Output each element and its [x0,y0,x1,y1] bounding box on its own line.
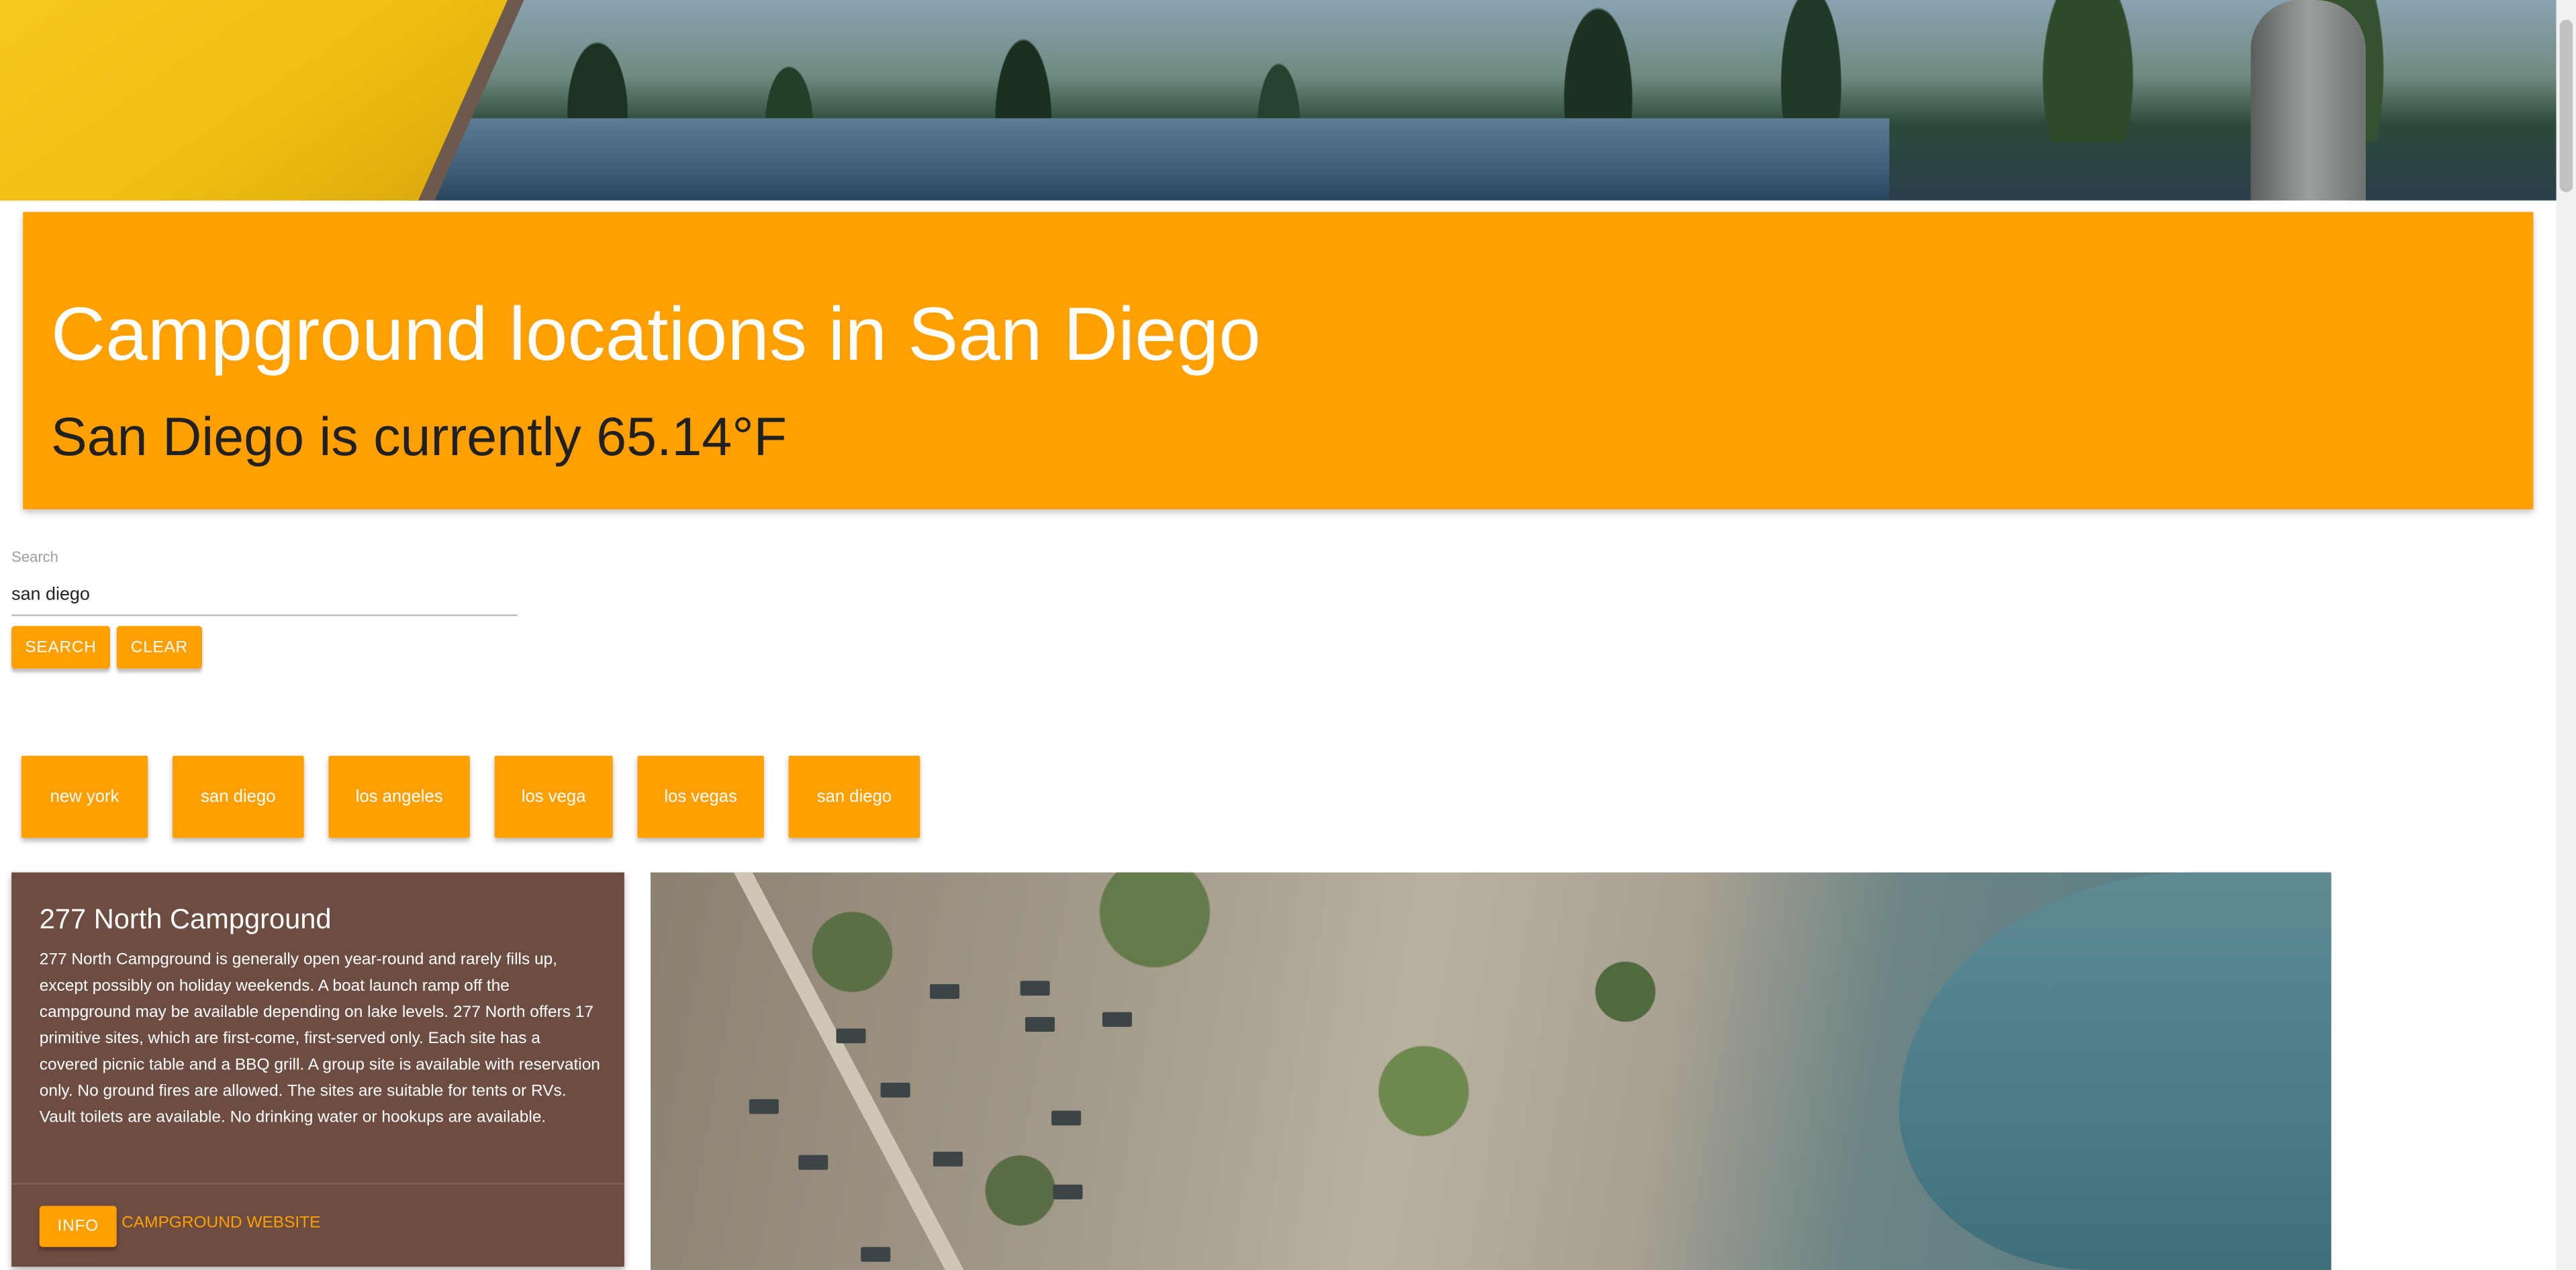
info-button[interactable]: INFO [39,1206,117,1247]
photo-campsite [749,1099,779,1114]
recent-search-chip[interactable]: los angeles [328,755,470,838]
photo-campsite [1024,1017,1055,1032]
card-divider [11,1183,624,1185]
photo-campsite [798,1155,828,1170]
recent-search-chip[interactable]: new york [21,755,148,838]
recent-search-chip[interactable]: los vega [494,755,613,838]
page-scrollbar[interactable] [2556,0,2576,1270]
page: Campground locations in San Diego San Di… [0,0,2576,1270]
recent-search-chip[interactable]: los vegas [637,755,764,838]
search-button[interactable]: SEARCH [11,626,110,669]
campground-website-link[interactable]: CAMPGROUND WEBSITE [122,1214,320,1232]
weather-text: San Diego is currently 65.14°F [50,405,787,467]
hero-tree-trunk [2250,0,2366,201]
photo-campsite [1102,1012,1133,1027]
campground-name: 277 North Campground [39,903,332,935]
recent-search-chip[interactable]: san diego [788,755,920,838]
search-input[interactable] [11,575,518,616]
photo-campsite [880,1082,910,1097]
photo-campsite [930,984,960,999]
campground-card: 277 North Campground 277 North Campgroun… [11,872,624,1267]
location-header-card: Campground locations in San Diego San Di… [23,211,2534,509]
page-title: Campground locations in San Diego [50,291,1261,377]
hero-lake [410,118,1890,201]
recent-search-chip[interactable]: san diego [172,755,304,838]
photo-campsite [861,1247,891,1262]
photo-campsite [1051,1110,1082,1126]
photo-campsite [933,1151,963,1167]
photo-campsite [1053,1184,1083,1200]
photo-campsite [836,1028,866,1044]
photo-campsite [1020,981,1050,996]
campground-description: 277 North Campground is generally open y… [39,951,600,1128]
clear-button[interactable]: CLEAR [116,626,202,669]
hero-banner-image [0,0,2557,201]
scrollbar-thumb[interactable] [2559,19,2573,193]
campground-aerial-photo [651,872,2332,1270]
search-label: Search [11,548,58,565]
